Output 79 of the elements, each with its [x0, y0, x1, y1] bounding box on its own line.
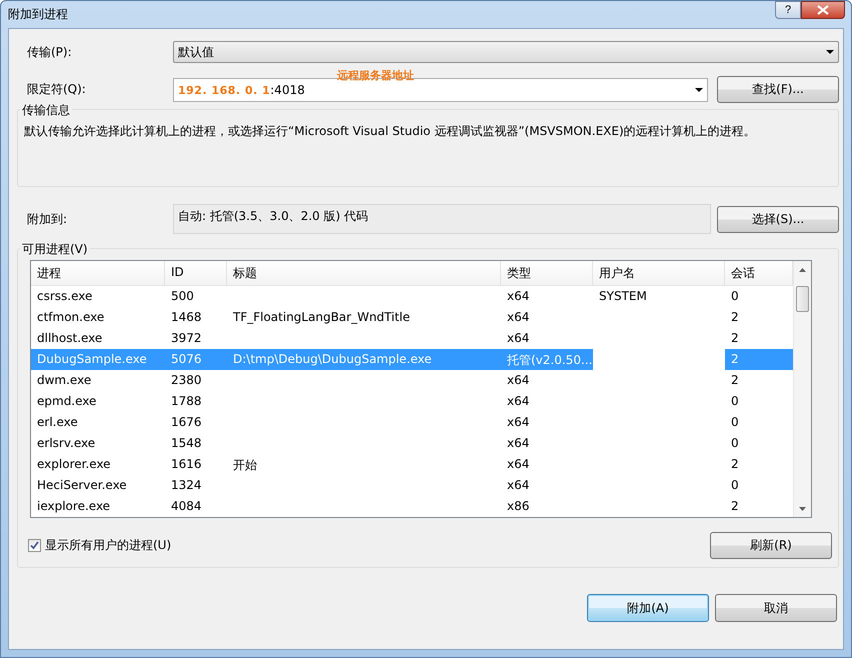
- table-cell-text: erlsrv.exe: [36, 435, 96, 452]
- table-cell-text: 0: [730, 477, 740, 494]
- table-cell-text: 2: [730, 330, 740, 347]
- group-title: 传输信息: [20, 103, 72, 117]
- dropdown-caret-icon[interactable]: [826, 50, 834, 54]
- table-cell-text: 2380: [170, 372, 203, 389]
- table-cell: 5076: [165, 349, 227, 370]
- table-cell-text: 1788: [170, 393, 203, 410]
- table-cell-text: HeciServer.exe: [36, 477, 128, 494]
- attach-to-label: 附加到:: [27, 210, 68, 228]
- column-header[interactable]: 类型: [501, 261, 593, 285]
- group-title: 可用进程(V): [20, 241, 90, 258]
- table-cell-text: csrss.exe: [36, 288, 94, 305]
- column-header[interactable]: 用户名: [593, 261, 725, 285]
- table-cell-text: x64: [506, 393, 530, 410]
- table-cell-text: dllhost.exe: [36, 330, 104, 347]
- table-cell-text: 1324: [170, 477, 203, 494]
- info-text: 默认传输允许选择此计算机上的进程，或选择运行“Microsoft Visual Studio 远程调试监视器”(MSVSMON.EXE)的远程计算机上的进程。: [24, 123, 757, 140]
- table-cell-text: 0: [730, 288, 740, 305]
- transport-label: 传输(P):: [27, 44, 73, 60]
- table-cell-text: 2: [730, 498, 740, 515]
- table-cell-text: 2: [730, 372, 740, 389]
- refresh-button[interactable]: 刷新(R): [710, 532, 832, 559]
- table-cell-text: x86: [506, 498, 530, 515]
- find-button[interactable]: 查找(F)...: [717, 76, 839, 103]
- down-arrow-icon[interactable]: [799, 506, 806, 510]
- scrollbar[interactable]: [793, 261, 811, 517]
- table-cell: D:\tmp\Debug\DubugSample.exe: [227, 349, 501, 370]
- table-cell-text: 1676: [170, 414, 203, 431]
- table-cell-text: 500: [170, 288, 195, 305]
- checkbox-label[interactable]: 显示所有用户的进程(U): [45, 537, 172, 554]
- table-cell-text: erl.exe: [36, 414, 79, 431]
- table-cell-text: 开始: [232, 457, 258, 474]
- table-cell-text: 0: [730, 393, 740, 410]
- table-cell: DubugSample.exe: [31, 349, 165, 370]
- window-title: 附加到进程: [8, 6, 69, 23]
- process-table[interactable]: [30, 260, 812, 518]
- table-cell-text: explorer.exe: [36, 456, 112, 473]
- table-cell-text: 0: [730, 435, 740, 452]
- dialog-button[interactable]: 附加(A): [587, 594, 709, 622]
- table-cell-text: x64: [506, 372, 530, 389]
- close-icon: [817, 5, 829, 15]
- table-cell-text: 0: [730, 414, 740, 431]
- select-button[interactable]: 选择(S)...: [717, 206, 839, 232]
- transport-dropdown[interactable]: 默认值: [173, 41, 839, 63]
- scroll-thumb[interactable]: [796, 286, 809, 312]
- column-header[interactable]: 标题: [227, 261, 501, 285]
- table-cell-text: x64: [506, 456, 530, 473]
- up-arrow-icon[interactable]: [799, 268, 806, 272]
- qualifier-label: 限定符(Q):: [27, 81, 87, 98]
- table-cell: 托管(v2.0.50...: [501, 349, 593, 370]
- column-header[interactable]: ID: [165, 261, 227, 285]
- table-cell-text: x64: [506, 414, 530, 431]
- table-cell: 2: [725, 349, 793, 370]
- table-cell-text: iexplore.exe: [36, 498, 112, 515]
- table-cell-text: 4084: [170, 498, 203, 515]
- table-cell-text: x64: [506, 435, 530, 452]
- dialog-button[interactable]: 取消: [715, 594, 837, 622]
- table-cell-text: 1548: [170, 435, 203, 452]
- table-cell-text: TF_FloatingLangBar_WndTitle: [232, 309, 412, 326]
- table-cell-text: 2: [730, 456, 740, 473]
- dropdown-caret-icon[interactable]: [695, 88, 703, 92]
- checkbox[interactable]: [28, 539, 41, 552]
- close-button[interactable]: [801, 1, 845, 19]
- attach-to-field: 自动: 托管(3.5、3.0、2.0 版) 代码: [173, 204, 711, 234]
- table-cell-text: ctfmon.exe: [36, 309, 106, 326]
- table-cell-text: x64: [506, 309, 530, 326]
- table-cell-text: 1616: [170, 456, 203, 473]
- table-cell-text: dwm.exe: [36, 372, 92, 389]
- table-cell-text: 1468: [170, 309, 203, 326]
- column-header[interactable]: 进程: [31, 261, 165, 285]
- table-cell-text: x64: [506, 477, 530, 494]
- table-cell-text: 2: [730, 309, 740, 326]
- table-cell-text: x64: [506, 288, 530, 305]
- help-button[interactable]: ?: [775, 1, 801, 19]
- table-cell-text: 3972: [170, 330, 203, 347]
- table-cell-text: SYSTEM: [598, 288, 648, 305]
- table-cell-text: epmd.exe: [36, 393, 98, 410]
- table-cell-text: x64: [506, 330, 530, 347]
